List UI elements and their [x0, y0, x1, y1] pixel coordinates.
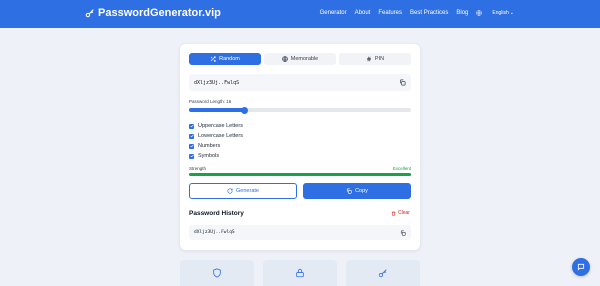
history-password: dXljz3Uj..FwlqS — [194, 230, 235, 235]
check-icon — [189, 124, 194, 128]
language-label: English — [492, 10, 509, 16]
top-navbar: PasswordGenerator.vip Generator About Fe… — [0, 0, 600, 28]
brand-name: PasswordGenerator.vip — [98, 7, 221, 19]
check-icon — [189, 134, 194, 138]
chat-button[interactable] — [572, 258, 590, 276]
nav-generator[interactable]: Generator — [320, 10, 347, 16]
strength-row: Strength Excellent — [189, 166, 411, 171]
check-icon — [189, 144, 194, 148]
checkbox-symbols[interactable] — [189, 153, 194, 159]
clear-label: Clear — [398, 210, 410, 216]
refresh-icon — [227, 188, 233, 194]
history-item[interactable]: dXljz3Uj..FwlqS — [189, 225, 411, 240]
option-label: Numbers — [198, 143, 221, 149]
checkbox-numbers[interactable] — [189, 143, 194, 149]
history-title: Password History — [189, 210, 244, 217]
copy-icon[interactable] — [400, 229, 406, 236]
strength-bar-fill — [189, 173, 411, 176]
feature-card-security — [180, 260, 254, 286]
option-label: Uppercase Letters — [198, 123, 243, 129]
shield-icon — [213, 268, 221, 278]
slider-thumb[interactable] — [241, 106, 248, 114]
length-label: Password Length: 16 — [189, 99, 232, 104]
checkbox-uppercase[interactable] — [189, 123, 194, 129]
main-nav: Generator About Features Best Practices … — [312, 10, 514, 16]
slider-fill — [189, 108, 245, 112]
strength-label: Strength — [189, 166, 207, 171]
generate-label: Generate — [236, 188, 259, 194]
copy-button[interactable]: Copy — [303, 183, 411, 199]
hash-icon — [366, 56, 371, 62]
option-numbers[interactable]: Numbers — [189, 141, 243, 151]
option-label: Lowercase Letters — [198, 133, 243, 139]
key-icon — [378, 269, 387, 278]
copy-label: Copy — [355, 188, 368, 194]
globe-icon — [281, 56, 288, 62]
nav-blog[interactable]: Blog — [456, 10, 468, 16]
option-uppercase[interactable]: Uppercase Letters — [189, 121, 243, 131]
password-display[interactable]: dXljz3Uj..FwlqS — [189, 74, 411, 91]
lock-icon — [296, 268, 304, 278]
copy-icon[interactable] — [399, 79, 406, 86]
tab-memorable[interactable]: Memorable — [264, 53, 336, 65]
option-label: Symbols — [198, 153, 220, 159]
strength-bar — [189, 173, 411, 176]
checkbox-lowercase[interactable] — [189, 133, 194, 139]
generator-card: Random Memorable PIN dXljz3Uj..FwlqS Pas… — [180, 44, 420, 250]
globe-icon — [476, 10, 483, 16]
tab-random-label: Random — [219, 56, 240, 62]
generate-button[interactable]: Generate — [189, 183, 297, 199]
tab-random[interactable]: Random — [189, 53, 261, 65]
chat-icon — [577, 263, 585, 271]
option-lowercase[interactable]: Lowercase Letters — [189, 131, 243, 141]
shuffle-icon — [210, 56, 216, 62]
check-icon — [189, 154, 194, 158]
length-slider[interactable] — [189, 106, 411, 114]
feature-card-keys — [346, 260, 420, 286]
nav-features[interactable]: Features — [378, 10, 402, 16]
nav-about[interactable]: About — [355, 10, 371, 16]
strength-value: Excellent — [392, 166, 411, 171]
trash-icon — [391, 211, 396, 216]
tab-pin[interactable]: PIN — [339, 53, 411, 65]
feature-card-privacy — [263, 260, 337, 286]
mode-tabs: Random Memorable PIN — [189, 53, 411, 65]
chevron-down-icon: ⌄ — [509, 10, 514, 16]
tab-memorable-label: Memorable — [290, 56, 319, 62]
clear-history-button[interactable]: Clear — [391, 210, 410, 216]
copy-icon — [347, 188, 352, 194]
brand-logo[interactable]: PasswordGenerator.vip — [85, 7, 221, 19]
tab-pin-label: PIN — [374, 56, 385, 62]
option-symbols[interactable]: Symbols — [189, 151, 243, 161]
options-list: Uppercase Letters Lowercase Letters Numb… — [189, 121, 243, 161]
nav-best-practices[interactable]: Best Practices — [410, 10, 448, 16]
language-selector[interactable]: English ⌄ — [476, 10, 514, 16]
key-icon — [85, 9, 94, 18]
password-text: dXljz3Uj..FwlqS — [194, 79, 240, 86]
